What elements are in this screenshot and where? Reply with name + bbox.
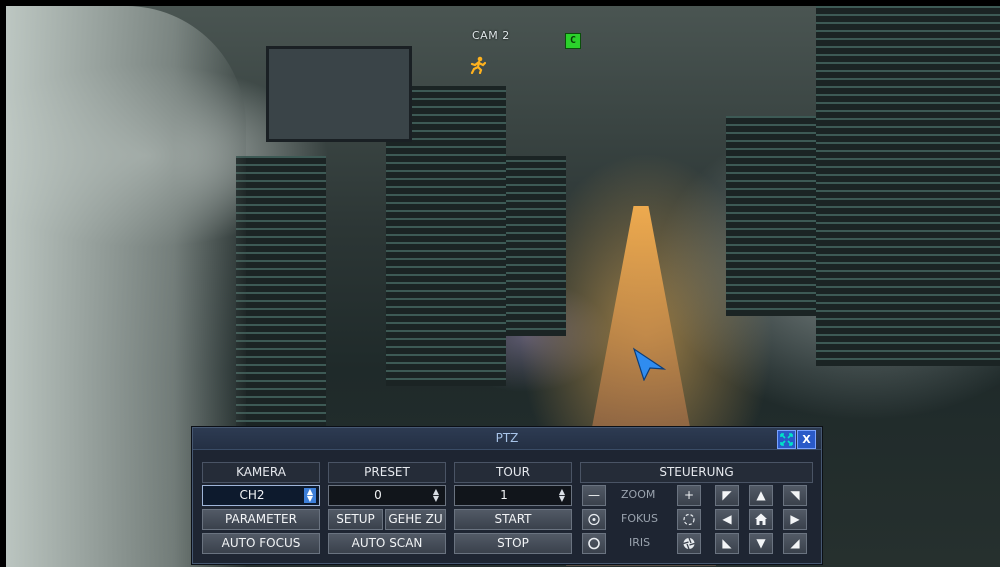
arrow-up-left-icon: ◤ (722, 488, 732, 502)
arrow-down-right-icon: ◢ (790, 536, 800, 550)
fokus-label: FOKUS (621, 512, 658, 525)
arrow-up-icon: ▲ (756, 488, 766, 502)
steuerung-header: STEUERUNG (580, 462, 813, 483)
zoom-label: ZOOM (621, 488, 656, 501)
building (236, 156, 326, 436)
building (726, 116, 816, 316)
pan-right-button[interactable]: ▶ (783, 509, 807, 530)
ptz-panel: PTZ X KAMERA CH2 ▲ ▼ PARAMETER AUTO FOCUS… (192, 427, 822, 564)
pan-up-left-button[interactable]: ◤ (715, 485, 739, 506)
ptz-title-bar[interactable]: PTZ X (193, 428, 821, 450)
home-button[interactable] (749, 509, 773, 530)
arrow-down-left-icon: ◣ (722, 536, 732, 550)
setup-button[interactable]: SETUP (328, 509, 383, 530)
iris-open-button[interactable] (677, 533, 701, 554)
pan-down-right-button[interactable]: ◢ (783, 533, 807, 554)
zoom-in-button[interactable]: + (677, 485, 701, 506)
running-person-icon (470, 56, 487, 75)
tour-value: 1 (500, 488, 508, 502)
preset-select[interactable]: 0 ▲ ▼ (328, 485, 446, 506)
pan-up-button[interactable]: ▲ (749, 485, 773, 506)
focus-far-icon (683, 513, 695, 526)
channel-value: CH2 (239, 488, 265, 502)
ptz-title: PTZ (495, 431, 519, 445)
iris-close-icon (588, 537, 600, 550)
auto-focus-button[interactable]: AUTO FOCUS (202, 533, 320, 554)
screen: CAM 2 C PTZ X KAMERA CH2 ▲ ▼ PARAMETER AU… (0, 0, 1000, 567)
pan-down-left-button[interactable]: ◣ (715, 533, 739, 554)
iris-label: IRIS (629, 536, 651, 549)
iris-open-icon (683, 537, 695, 550)
stop-button[interactable]: STOP (454, 533, 572, 554)
auto-scan-button[interactable]: AUTO SCAN (328, 533, 446, 554)
iris-close-button[interactable] (582, 533, 606, 554)
preset-header: PRESET (328, 462, 446, 483)
arrow-up-right-icon: ◥ (790, 488, 800, 502)
spinner-arrows-icon[interactable]: ▲ ▼ (304, 488, 316, 503)
start-button[interactable]: START (454, 509, 572, 530)
pan-left-button[interactable]: ◀ (715, 509, 739, 530)
mouse-cursor-icon (632, 347, 666, 381)
arrow-left-icon: ◀ (722, 512, 732, 526)
pan-down-button[interactable]: ▼ (749, 533, 773, 554)
recording-badge: C (565, 33, 581, 49)
arrow-down-icon: ▼ (756, 536, 766, 550)
channel-select[interactable]: CH2 ▲ ▼ (202, 485, 320, 506)
billboard (266, 46, 412, 142)
spinner-arrows-icon[interactable]: ▲ ▼ (556, 488, 568, 503)
pan-up-right-button[interactable]: ◥ (783, 485, 807, 506)
close-button[interactable]: X (797, 430, 816, 449)
preset-value: 0 (374, 488, 382, 502)
zoom-out-button[interactable]: — (582, 485, 606, 506)
tour-select[interactable]: 1 ▲ ▼ (454, 485, 572, 506)
arrow-right-icon: ▶ (790, 512, 800, 526)
tour-header: TOUR (454, 462, 572, 483)
parameter-button[interactable]: PARAMETER (202, 509, 320, 530)
building (506, 156, 566, 336)
camera-label: CAM 2 (472, 29, 510, 42)
home-icon (755, 513, 767, 525)
focus-near-icon (588, 513, 600, 526)
focus-far-button[interactable] (677, 509, 701, 530)
spinner-arrows-icon[interactable]: ▲ ▼ (430, 488, 442, 503)
gehe-zu-button[interactable]: GEHE ZU (385, 509, 446, 530)
maximize-icon[interactable] (777, 430, 796, 449)
focus-near-button[interactable] (582, 509, 606, 530)
kamera-header: KAMERA (202, 462, 320, 483)
building (816, 6, 1000, 366)
